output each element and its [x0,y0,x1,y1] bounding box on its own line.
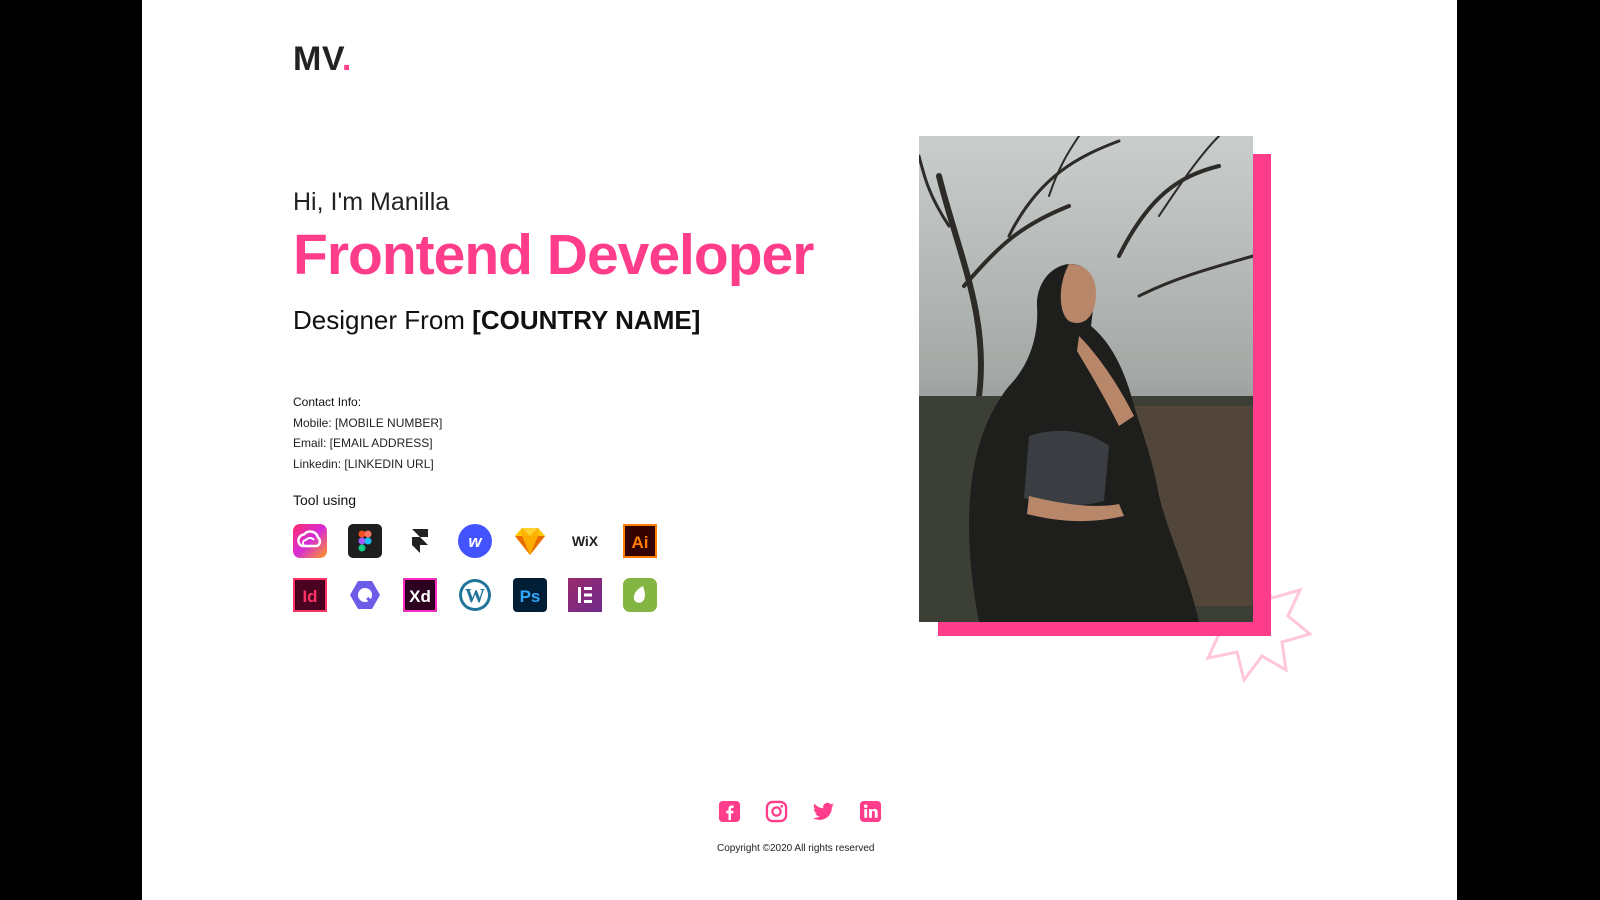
headline: Frontend Developer [293,223,814,287]
svg-text:Xd: Xd [409,587,431,606]
facebook-icon[interactable] [718,800,741,823]
contact-info: Contact Info: Mobile: [MOBILE NUMBER] Em… [293,392,442,474]
adobe-creative-cloud-icon [293,524,327,558]
twitter-icon[interactable] [812,800,835,823]
social-links [718,800,882,823]
elementor-icon [568,578,602,612]
indesign-icon: Id [293,578,327,612]
tools-title: Tool using [293,492,357,508]
svg-text:Ps: Ps [520,587,541,606]
illustrator-icon: Ai [623,524,657,558]
profile-photo [919,136,1253,622]
svg-text:Ai: Ai [632,533,649,552]
logo-text: MV [293,40,342,78]
subline: Designer From [COUNTRY NAME] [293,305,700,336]
adobe-xd-icon: Xd [403,578,437,612]
figma-icon [348,524,382,558]
photoshop-icon: Ps [513,578,547,612]
contact-title: Contact Info: [293,395,362,409]
webflow-icon: w [458,524,492,558]
svg-text:Id: Id [302,587,317,606]
svg-text:W: W [465,585,485,607]
subline-country: [COUNTRY NAME] [472,305,701,335]
linkedin-icon[interactable] [859,800,882,823]
svg-text:WiX: WiX [572,533,599,549]
instagram-icon[interactable] [765,800,788,823]
contact-linkedin: Linkedin: [LINKEDIN URL] [293,456,434,471]
contact-mobile: Mobile: [MOBILE NUMBER] [293,415,443,430]
copyright-text: Copyright ©2020 All rights reserved [717,843,875,854]
framer-icon [403,524,437,558]
wix-icon: WiX [568,524,602,558]
svg-text:w: w [468,532,483,551]
logo[interactable]: MV. [293,40,352,79]
portfolio-page: MV. Hi, I'm Manilla Frontend Developer D… [142,0,1457,900]
logo-dot: . [341,40,352,78]
greeting-text: Hi, I'm Manilla [293,188,450,216]
quant-icon [348,578,382,612]
envato-icon [623,578,657,612]
wordpress-icon: W [458,578,492,612]
subline-prefix: Designer From [293,305,473,335]
sketch-icon [513,524,547,558]
contact-email: Email: [EMAIL ADDRESS] [293,436,433,450]
